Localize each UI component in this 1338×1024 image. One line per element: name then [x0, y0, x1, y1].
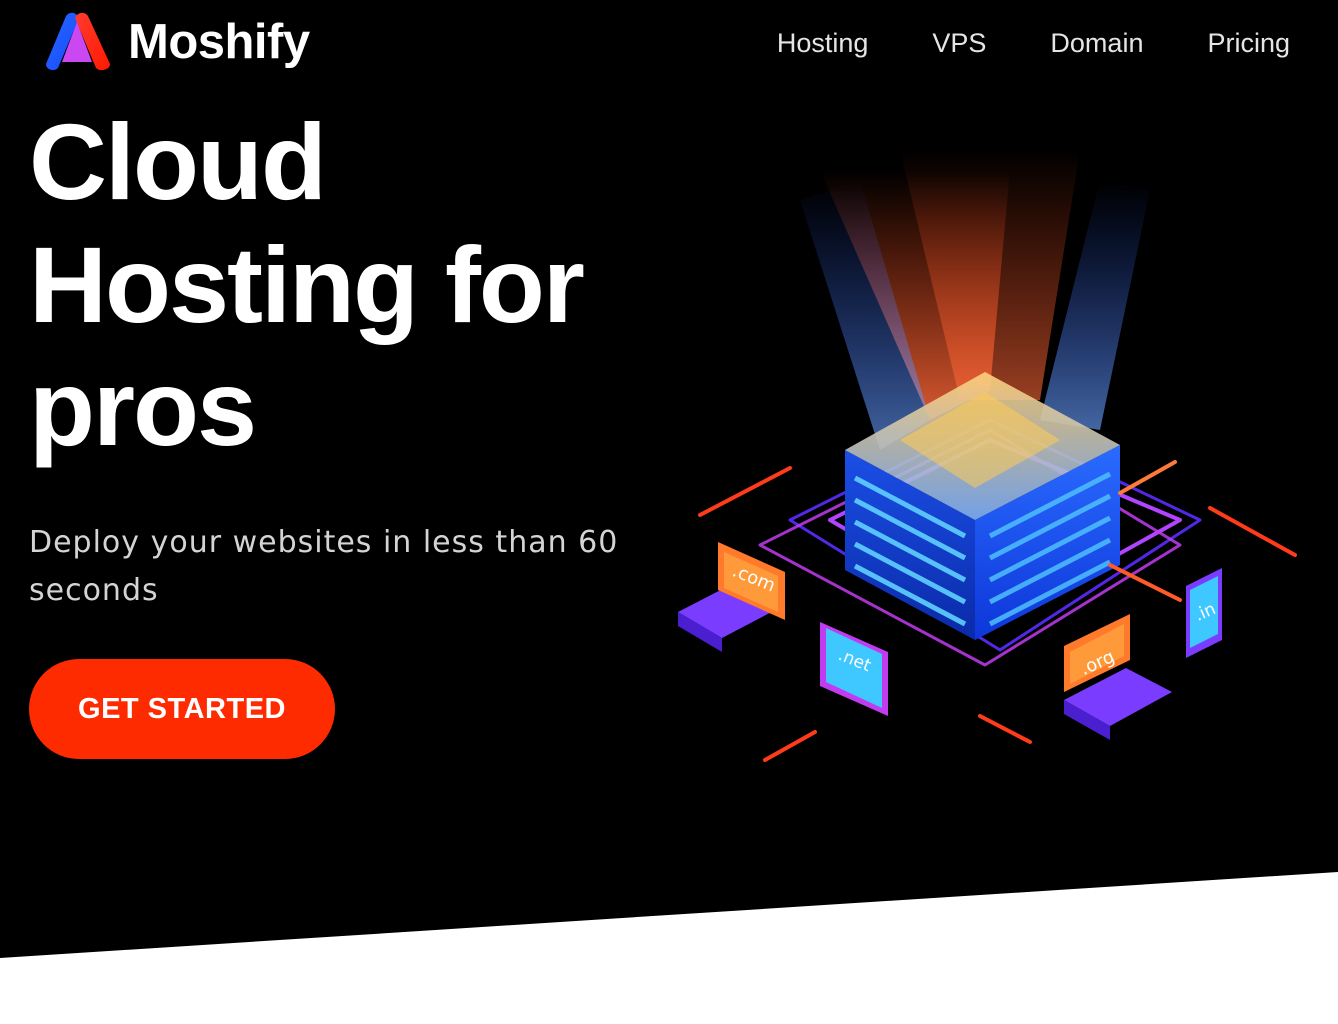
server-illustration: .com .net .org .in: [678, 150, 1297, 762]
hero-section: Cloud Hosting for pros Deploy your websi…: [29, 100, 669, 615]
hero-subtitle: Deploy your websites in less than 60 sec…: [29, 525, 619, 608]
nav-item-pricing: Pricing: [1207, 22, 1290, 64]
nav-link-vps[interactable]: VPS: [932, 28, 986, 58]
nav-item-hosting: Hosting: [777, 22, 869, 64]
nav-link-pricing[interactable]: Pricing: [1207, 28, 1290, 58]
brand-link[interactable]: Moshify: [44, 12, 310, 72]
phone-in-icon: .in: [1186, 568, 1222, 658]
nav-item-vps: VPS: [932, 22, 986, 64]
laptop-com-icon: .com: [678, 542, 785, 652]
get-started-button[interactable]: GET STARTED: [29, 659, 335, 759]
hero-title-line-1: Cloud: [29, 101, 327, 222]
nav-item-domain: Domain: [1050, 22, 1143, 64]
moshify-logo-icon: [46, 12, 110, 71]
hero-title-line-3: pros: [29, 347, 257, 468]
hero-title: Cloud Hosting for pros: [29, 100, 669, 469]
tablet-net-icon: .net: [820, 622, 888, 716]
nav-link-hosting[interactable]: Hosting: [777, 28, 869, 58]
laptop-org-icon: .org: [1064, 614, 1172, 740]
brand-name: Moshify: [128, 15, 310, 69]
navbar: Moshify Hosting VPS Domain Pricing: [0, 0, 1338, 88]
nav-link-domain[interactable]: Domain: [1050, 28, 1143, 58]
hero-title-line-2: Hosting for: [29, 224, 585, 345]
main-nav: Hosting VPS Domain Pricing: [777, 22, 1290, 64]
